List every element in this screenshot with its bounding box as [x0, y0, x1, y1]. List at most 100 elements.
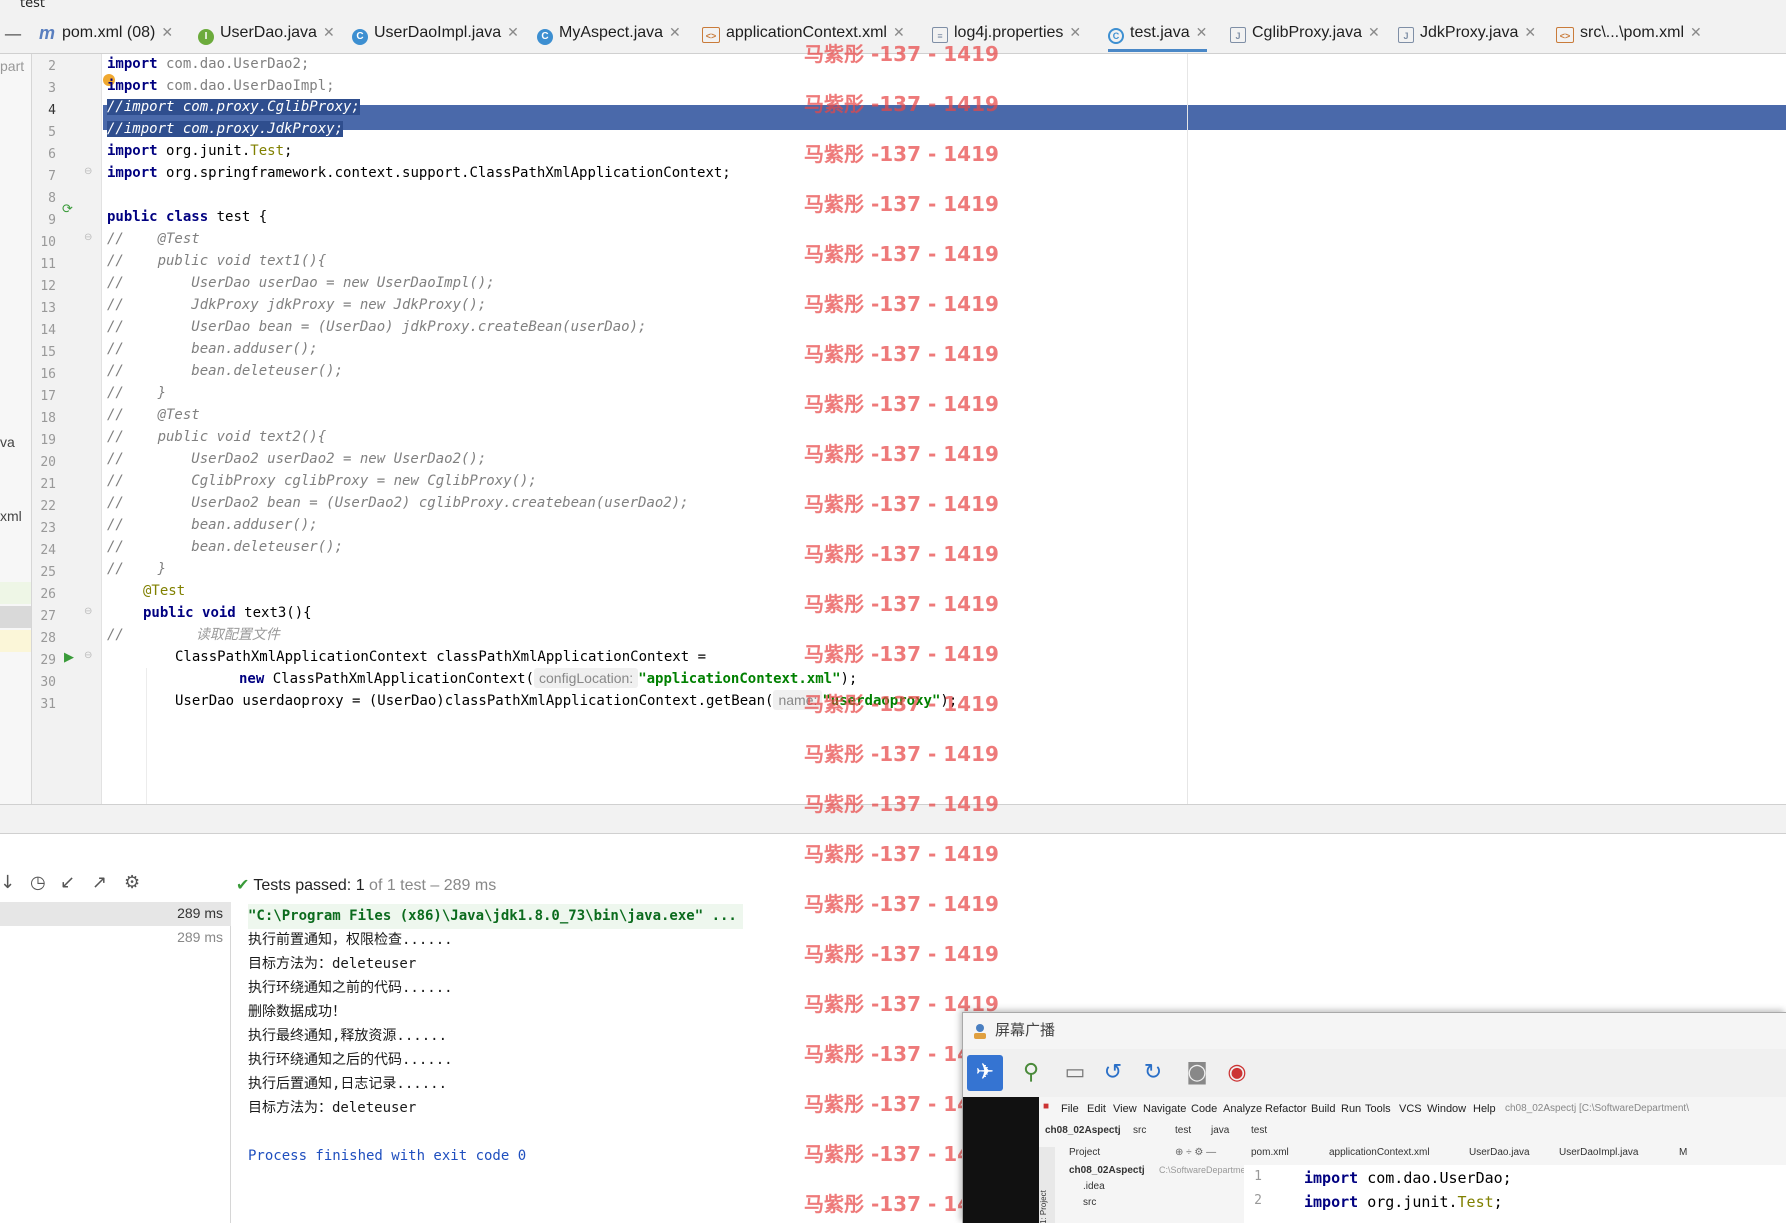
close-icon[interactable]: ✕	[1196, 24, 1208, 40]
projector-icon[interactable]: ◙	[1179, 1055, 1215, 1091]
project-tree-root[interactable]: ch08_02Aspectj	[1069, 1165, 1145, 1176]
maven-icon: m	[38, 23, 55, 43]
import-tests-icon[interactable]: ↙	[60, 872, 75, 893]
panel-settings-icons[interactable]: ⊕ ÷ ⚙ —	[1175, 1147, 1216, 1158]
parameter-hint: configLocation:	[534, 668, 639, 688]
redo-icon[interactable]: ↻	[1135, 1055, 1171, 1091]
code-comment: 读取配置文件	[195, 627, 280, 643]
zoom-icon[interactable]: ⚲	[1013, 1055, 1049, 1091]
check-icon: ✔	[236, 877, 250, 894]
broadcast-tab[interactable]: M	[1679, 1147, 1687, 1158]
watermark: 马紫彤 -137 - 1419	[804, 92, 999, 116]
project-tree-item[interactable]: src	[1083, 1197, 1096, 1208]
export-tests-icon[interactable]: ↗	[92, 872, 107, 893]
monitor-icon[interactable]: ▭	[1057, 1055, 1093, 1091]
code-keyword: import	[1304, 1169, 1359, 1187]
code-text: text3(){	[235, 605, 312, 621]
broadcast-title-bar[interactable]: 屏幕广播	[963, 1013, 1786, 1049]
close-icon[interactable]: ✕	[323, 24, 335, 40]
menu-item[interactable]: VCS	[1399, 1103, 1422, 1115]
tab-cglibproxy[interactable]: J CglibProxy.java ✕	[1230, 24, 1380, 52]
code-text: com.dao.UserDao;	[1358, 1169, 1512, 1187]
close-icon[interactable]: ✕	[161, 24, 173, 40]
close-icon[interactable]: ✕	[1690, 24, 1702, 40]
close-icon[interactable]: ✕	[507, 24, 519, 40]
broadcast-tab[interactable]: UserDaoImpl.java	[1559, 1147, 1638, 1158]
pin-icon[interactable]: ✈	[967, 1055, 1003, 1091]
breadcrumb-item[interactable]: src	[1133, 1125, 1146, 1136]
gear-icon[interactable]: ⚙	[124, 872, 140, 893]
watermark: 马紫彤 -137 - 1419	[804, 642, 999, 666]
tree-row-highlight[interactable]	[0, 582, 31, 604]
project-tree-item[interactable]: .idea	[1083, 1181, 1105, 1192]
fold-icon[interactable]: ⊖	[84, 232, 92, 243]
project-side-tab[interactable]: 1: Project	[1039, 1147, 1055, 1223]
xml-file-icon: <>	[1556, 27, 1574, 43]
code-keyword: import	[107, 143, 158, 159]
close-icon[interactable]: ✕	[1069, 24, 1081, 40]
tab-jdkproxy[interactable]: J JdkProxy.java ✕	[1398, 24, 1536, 52]
menu-item[interactable]: Code	[1191, 1103, 1217, 1115]
tree-row-selected[interactable]	[0, 606, 31, 628]
broadcast-tab[interactable]: pom.xml	[1251, 1147, 1289, 1158]
intellij-logo-icon: ■	[1043, 1101, 1050, 1112]
menu-item[interactable]: View	[1113, 1103, 1137, 1115]
broadcast-tab[interactable]: UserDao.java	[1469, 1147, 1530, 1158]
menu-item[interactable]: Tools	[1365, 1103, 1391, 1115]
console-line: 执行环绕通知之前的代码......	[248, 980, 453, 996]
clock-icon[interactable]: ◷	[30, 872, 46, 893]
tab-userdaoimpl[interactable]: C UserDaoImpl.java ✕	[352, 24, 519, 52]
menu-item[interactable]: Refactor	[1265, 1103, 1307, 1115]
project-fragment-text[interactable]: xml	[0, 508, 22, 524]
test-row-selected[interactable]: 289 ms	[0, 902, 231, 926]
broadcast-toolbar: ✈ ⚲ ▭ ↺ ↻ ◙ ◉	[963, 1049, 1786, 1097]
menu-item[interactable]: Analyze	[1223, 1103, 1262, 1115]
tab-test-java[interactable]: Ctest.java ✕	[1108, 24, 1208, 52]
tab-userdao[interactable]: I UserDao.java ✕	[198, 24, 335, 52]
test-duration: 289 ms	[177, 905, 223, 921]
java-file-icon: J	[1230, 27, 1246, 43]
project-fragment-text[interactable]: va	[0, 434, 15, 450]
tab-label: UserDao.java	[220, 24, 317, 41]
project-panel-label[interactable]: Project	[1069, 1147, 1100, 1158]
tab-src-pom[interactable]: <> src\...\pom.xml ✕	[1556, 24, 1702, 52]
menu-item[interactable]: Edit	[1087, 1103, 1106, 1115]
tab-label: test.java	[1130, 24, 1190, 41]
tree-row-highlight[interactable]	[0, 630, 31, 652]
watermark: 马紫彤 -137 - 1419	[804, 542, 999, 566]
run-test-class-icon[interactable]: ⟳	[62, 202, 73, 217]
breadcrumb-item[interactable]: test	[1251, 1125, 1267, 1136]
breadcrumb-item[interactable]: ch08_02Aspectj	[1045, 1125, 1121, 1136]
line-number-gutter: 2 3 4 5 6 7 8 9 10 11 12 13 14 15 16 17 …	[32, 54, 102, 804]
collapse-icon[interactable]: —	[4, 24, 22, 45]
undo-icon[interactable]: ↺	[1095, 1055, 1131, 1091]
test-status-count: 1	[355, 877, 365, 894]
watermark: 马紫彤 -137 - 1419	[804, 342, 999, 366]
code-keyword: import	[107, 165, 158, 181]
breadcrumb-item[interactable]: java	[1211, 1125, 1229, 1136]
screen-broadcast-window[interactable]: 屏幕广播 ✈ ⚲ ▭ ↺ ↻ ◙ ◉ ■ File Edit View Navi…	[962, 1012, 1786, 1223]
close-icon[interactable]: ✕	[1368, 24, 1380, 40]
menu-item[interactable]: Window	[1427, 1103, 1466, 1115]
tab-pom-xml[interactable]: m pom.xml (08) ✕	[38, 24, 173, 52]
code-comment: import com.proxy.CglibProxy;	[123, 99, 360, 115]
menu-item[interactable]: Run	[1341, 1103, 1361, 1115]
broadcast-tab[interactable]: applicationContext.xml	[1329, 1147, 1430, 1158]
arrow-down-icon[interactable]: ↓	[0, 872, 15, 893]
code-line[interactable]: import org.springframework.context.suppo…	[107, 161, 731, 186]
record-icon[interactable]: ◉	[1219, 1055, 1255, 1091]
fold-icon[interactable]: ⊖	[84, 166, 92, 177]
menu-item[interactable]: Build	[1311, 1103, 1335, 1115]
run-test-icon[interactable]: ▶	[64, 650, 74, 665]
close-icon[interactable]: ✕	[1524, 24, 1536, 40]
fold-icon[interactable]: ⊖	[84, 606, 92, 617]
project-fragment-text[interactable]: part	[0, 58, 24, 74]
close-icon[interactable]: ✕	[669, 24, 681, 40]
tab-myaspect[interactable]: C MyAspect.java ✕	[537, 24, 681, 52]
test-row[interactable]: 289 ms	[0, 926, 231, 950]
menu-item[interactable]: Help	[1473, 1103, 1496, 1115]
breadcrumb-item[interactable]: test	[1175, 1125, 1191, 1136]
menu-item[interactable]: Navigate	[1143, 1103, 1186, 1115]
fold-icon[interactable]: ⊖	[84, 650, 92, 661]
menu-item[interactable]: File	[1061, 1103, 1079, 1115]
